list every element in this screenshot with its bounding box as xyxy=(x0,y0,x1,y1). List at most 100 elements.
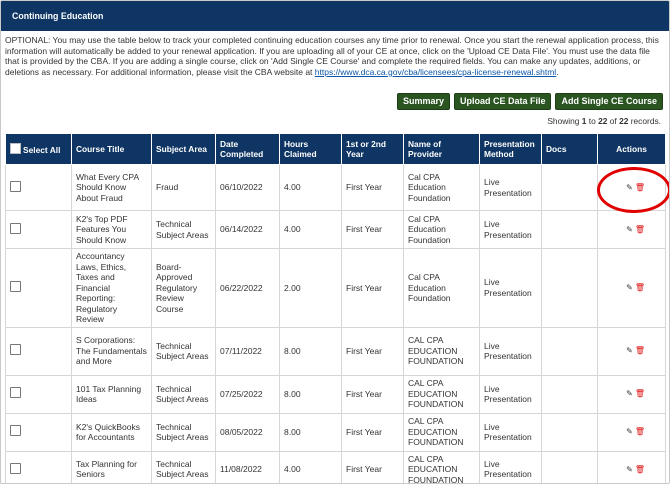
subject-area-cell: Technical Subject Areas xyxy=(151,326,216,376)
row-select-cell xyxy=(5,164,72,211)
add-single-ce-course-button[interactable]: Add Single CE Course xyxy=(555,93,663,110)
row-select-cell xyxy=(5,412,72,452)
table-row: K2's QuickBooks for Accountants Technical… xyxy=(5,412,666,452)
row-checkbox[interactable] xyxy=(10,281,21,292)
docs-cell xyxy=(541,374,598,414)
docs-cell xyxy=(541,164,598,211)
table-row: K2's Top PDF Features You Should Know Tec… xyxy=(5,210,666,249)
course-title-cell: 101 Tax Planning Ideas xyxy=(71,374,152,414)
provider-cell: Cal CPA Education Foundation xyxy=(403,164,480,211)
hours-claimed-header[interactable]: Hours Claimed xyxy=(279,133,342,165)
docs-cell xyxy=(541,210,598,249)
upload-ce-data-file-button[interactable]: Upload CE Data File xyxy=(453,93,552,110)
intro-text: OPTIONAL: You may use the table below to… xyxy=(5,35,663,77)
select-all-checkbox[interactable] xyxy=(10,143,21,154)
row-checkbox[interactable] xyxy=(10,222,21,234)
subject-area-cell: Technical Subject Areas xyxy=(151,450,216,483)
actions-cell: ✎ 🗑 xyxy=(597,210,666,249)
actions-cell: ✎ 🗑 xyxy=(597,412,666,452)
panel-title: Continuing Education xyxy=(1,1,669,31)
presentation-method-cell: Live Presentation xyxy=(479,164,542,211)
table-header-row: Select All Course Title Subject Area Dat… xyxy=(5,133,666,165)
row-checkbox[interactable] xyxy=(10,387,21,399)
docs-header: Docs xyxy=(541,133,598,165)
presentation-method-cell: Live Presentation xyxy=(479,210,542,249)
records-count: Showing 1 to 22 of 22 records. xyxy=(547,116,661,126)
provider-cell: CAL CPA EDUCATION FOUNDATION xyxy=(403,326,480,376)
date-completed-cell: 07/11/2022 xyxy=(215,326,280,376)
select-all-header[interactable]: Select All xyxy=(5,133,72,165)
subject-area-cell: Technical Subject Areas xyxy=(151,374,216,414)
pencil-icon[interactable]: ✎ xyxy=(626,225,633,236)
trash-icon[interactable]: 🗑 xyxy=(635,346,645,357)
action-buttons: Summary Upload CE Data File Add Single C… xyxy=(396,93,663,110)
subject-area-header[interactable]: Subject Area xyxy=(151,133,216,165)
row-checkbox[interactable] xyxy=(10,462,21,474)
trash-icon[interactable]: 🗑 xyxy=(635,427,645,438)
pencil-icon[interactable]: ✎ xyxy=(626,183,633,194)
showing-of-word: of xyxy=(607,116,620,126)
table-row: 101 Tax Planning Ideas Technical Subject … xyxy=(5,374,666,414)
provider-header[interactable]: Name of Provider xyxy=(403,133,480,165)
presentation-method-cell: Live Presentation xyxy=(479,374,542,414)
pencil-icon[interactable]: ✎ xyxy=(626,389,633,400)
pencil-icon[interactable]: ✎ xyxy=(626,283,633,294)
presentation-method-cell: Live Presentation xyxy=(479,412,542,452)
year-header[interactable]: 1st or 2nd Year xyxy=(341,133,404,165)
date-completed-cell: 11/08/2022 xyxy=(215,450,280,483)
course-title-cell: K2's QuickBooks for Accountants xyxy=(71,412,152,452)
presentation-method-cell: Live Presentation xyxy=(479,326,542,376)
subject-area-cell: Technical Subject Areas xyxy=(151,412,216,452)
row-select-cell xyxy=(5,326,72,376)
presentation-method-header[interactable]: Presentation Method xyxy=(479,133,542,165)
showing-suffix: records. xyxy=(628,116,661,126)
intro-end: . xyxy=(556,66,559,77)
row-checkbox[interactable] xyxy=(10,344,21,356)
row-checkbox[interactable] xyxy=(10,180,21,192)
table-row: Accountancy Laws, Ethics, Taxes and Fina… xyxy=(5,248,666,328)
course-title-header[interactable]: Course Title xyxy=(71,133,152,165)
select-all-label: Select All xyxy=(23,145,61,155)
year-cell: First Year xyxy=(341,326,404,376)
course-title-cell: Accountancy Laws, Ethics, Taxes and Fina… xyxy=(71,248,152,328)
table-row: Tax Planning for Seniors Technical Subjec… xyxy=(5,450,666,483)
docs-cell xyxy=(541,412,598,452)
trash-icon[interactable]: 🗑 xyxy=(635,183,645,194)
year-cell: First Year xyxy=(341,374,404,414)
showing-prefix: Showing xyxy=(547,116,582,126)
table-row: What Every CPA Should Know About Fraud Fr… xyxy=(5,164,666,211)
pencil-icon[interactable]: ✎ xyxy=(626,427,633,438)
row-checkbox[interactable] xyxy=(10,425,21,437)
actions-cell: ✎ 🗑 xyxy=(597,326,666,376)
year-cell: First Year xyxy=(341,164,404,211)
date-completed-cell: 08/05/2022 xyxy=(215,412,280,452)
docs-cell xyxy=(541,326,598,376)
summary-button[interactable]: Summary xyxy=(396,93,450,110)
actions-cell: ✎ 🗑 xyxy=(597,248,666,328)
cba-website-link[interactable]: https://www.dca.ca.gov/cba/licensees/cpa… xyxy=(315,67,556,77)
subject-area-cell: Board-Approved Regulatory Review Course xyxy=(151,248,216,328)
provider-cell: CAL CPA EDUCATION FOUNDATION xyxy=(403,374,480,414)
pencil-icon[interactable]: ✎ xyxy=(626,465,633,476)
date-completed-header[interactable]: Date Completed xyxy=(215,133,280,165)
date-completed-cell: 07/25/2022 xyxy=(215,374,280,414)
hours-claimed-cell: 4.00 xyxy=(279,210,342,249)
row-select-cell xyxy=(5,210,72,249)
continuing-education-panel: Continuing Education OPTIONAL: You may u… xyxy=(0,0,670,484)
actions-cell: ✎ 🗑 xyxy=(597,450,666,483)
year-cell: First Year xyxy=(341,412,404,452)
hours-claimed-cell: 4.00 xyxy=(279,164,342,211)
actions-cell: ✎ 🗑 xyxy=(597,164,666,211)
pencil-icon[interactable]: ✎ xyxy=(626,346,633,357)
course-title-cell: K2's Top PDF Features You Should Know xyxy=(71,210,152,249)
row-select-cell xyxy=(5,374,72,414)
trash-icon[interactable]: 🗑 xyxy=(635,283,645,294)
year-cell: First Year xyxy=(341,450,404,483)
course-title-cell: What Every CPA Should Know About Fraud xyxy=(71,164,152,211)
course-title-cell: Tax Planning for Seniors xyxy=(71,450,152,483)
actions-cell: ✎ 🗑 xyxy=(597,374,666,414)
trash-icon[interactable]: 🗑 xyxy=(635,465,645,476)
date-completed-cell: 06/14/2022 xyxy=(215,210,280,249)
trash-icon[interactable]: 🗑 xyxy=(635,225,645,236)
trash-icon[interactable]: 🗑 xyxy=(635,389,645,400)
